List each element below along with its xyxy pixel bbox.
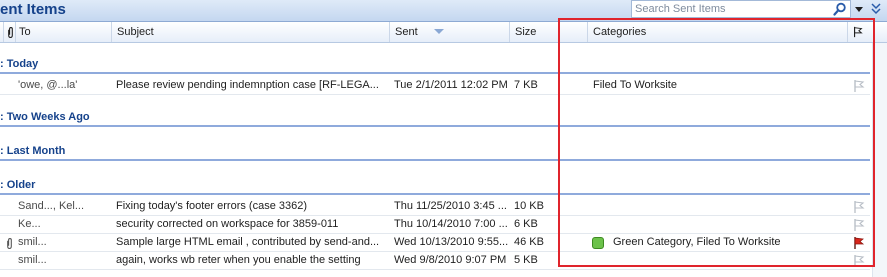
row-to: smil... [18,236,47,248]
row-size: 46 KB [514,236,544,248]
sort-descending-icon [434,29,444,34]
chevron-down-icon[interactable] [853,2,865,16]
table-row[interactable]: smil... Sample large HTML email , contri… [0,234,870,252]
green-category-icon [592,237,604,249]
search-box[interactable] [631,0,851,18]
group-label: : Last Month [0,145,66,157]
row-size: 6 KB [514,218,538,230]
row-subject: security corrected on workspace for 3859… [116,218,339,230]
column-sent[interactable]: Sent [390,22,510,42]
row-to: Ke... [18,218,41,230]
row-size: 10 KB [514,200,544,212]
row-subject: Sample large HTML email , contributed by… [116,236,380,248]
group-header-two-weeks-ago[interactable]: : Two Weeks Ago [0,105,870,127]
group-label: : Two Weeks Ago [0,111,90,123]
paperclip-icon [7,238,12,249]
row-categories: Filed To Worksite [593,79,677,91]
row-size: 5 KB [514,254,538,266]
flag-outline-icon[interactable] [852,200,866,214]
row-categories: Green Category, Filed To Worksite [613,236,781,248]
row-subject: again, works wb reter when you enable th… [116,254,361,266]
row-to: 'owe, @...la' [18,79,78,91]
table-row[interactable]: 'owe, @...la' Please review pending inde… [0,77,870,95]
table-row[interactable]: Ke... security corrected on workspace fo… [0,216,870,234]
column-header-row: To Subject Sent Size Categories [0,22,887,43]
column-attachment[interactable] [4,22,16,42]
flag-outline-icon[interactable] [852,254,866,268]
search-input[interactable] [632,1,828,17]
column-flag-status[interactable] [848,22,870,42]
group-label: : Older [0,179,36,191]
column-sent-label: Sent [395,26,418,38]
double-chevron-down-icon[interactable] [869,2,883,16]
table-row[interactable]: smil... again, works wb reter when you e… [0,252,870,270]
row-sent: Tue 2/1/2011 12:02 PM [394,79,508,91]
table-row[interactable]: Sand..., Kel... Fixing today's footer er… [0,198,870,216]
folder-title-bar: ent Items [0,0,887,22]
search-icon[interactable] [833,2,847,16]
column-size[interactable]: Size [510,22,588,42]
group-header-older[interactable]: : Older [0,173,870,195]
flag-icon [854,26,863,38]
column-to[interactable]: To [16,22,112,42]
row-to: smil... [18,254,47,266]
group-label: : Today [0,58,39,70]
folder-title: ent Items [0,1,66,18]
row-sent: Thu 10/14/2010 7:00 ... [394,218,508,230]
row-subject: Fixing today's footer errors (case 3362) [116,200,308,212]
row-sent: Wed 10/13/2010 9:55... [394,236,508,248]
row-sent: Thu 11/25/2010 3:45 ... [394,200,507,212]
flag-red-icon[interactable] [852,236,866,250]
row-categories [593,198,843,215]
row-to: Sand..., Kel... [18,200,85,212]
group-header-today[interactable]: : Today [0,52,870,74]
row-subject: Please review pending indemnption case [… [116,79,379,91]
row-size: 7 KB [514,79,538,91]
flag-outline-icon[interactable] [852,79,866,93]
vertical-scrollbar[interactable] [872,43,887,277]
column-subject[interactable]: Subject [112,22,390,42]
group-header-last-month[interactable]: : Last Month [0,139,870,161]
row-categories [593,216,843,233]
flag-outline-icon[interactable] [852,218,866,232]
row-categories [593,252,843,269]
paperclip-icon [8,27,13,38]
column-categories[interactable]: Categories [588,22,848,42]
row-sent: Wed 9/8/2010 9:07 PM [394,254,507,266]
